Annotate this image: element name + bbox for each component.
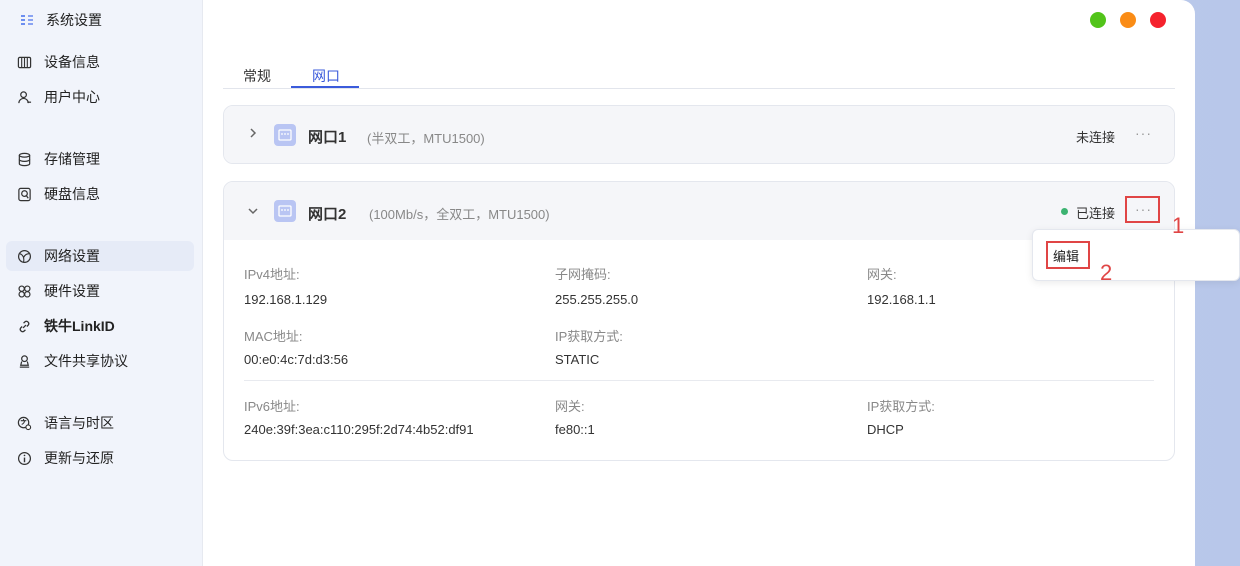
- sidebar-item-storage[interactable]: 存储管理: [6, 144, 194, 174]
- sidebar-item-language[interactable]: 语言与时区: [6, 408, 194, 438]
- tab-network-ports[interactable]: 网口: [312, 66, 340, 88]
- tab-general[interactable]: 常规: [243, 66, 271, 88]
- port-description: (100Mb/s，全双工，MTU1500): [369, 207, 550, 222]
- active-tab-indicator: [291, 86, 359, 88]
- sidebar-item-label: 用户中心: [44, 89, 100, 105]
- port-card-header[interactable]: 网口1 (半双工，MTU1500) 未连接 ···: [224, 106, 1174, 163]
- port-card-1: 网口1 (半双工，MTU1500) 未连接 ···: [223, 105, 1175, 164]
- annotation-box-2: [1046, 241, 1090, 269]
- globe-icon: [16, 248, 32, 264]
- port-name: 网口2: [308, 206, 347, 223]
- annotation-number-1: 1: [1172, 213, 1185, 238]
- sidebar-item-user-center[interactable]: 用户中心: [6, 82, 194, 112]
- mac-address-label: MAC地址:: [244, 329, 303, 344]
- ipv6-method-value: DHCP: [867, 422, 904, 437]
- hardware-icon: [16, 283, 32, 299]
- connection-status: 已连接: [1076, 206, 1116, 221]
- ethernet-port-icon: [274, 124, 296, 146]
- sidebar-item-network[interactable]: 网络设置: [6, 241, 194, 271]
- settings-grid-icon: [18, 11, 36, 29]
- sidebar-item-label: 网络设置: [44, 248, 100, 264]
- gateway-value: 192.168.1.1: [867, 292, 936, 307]
- sidebar-item-label: 语言与时区: [44, 415, 114, 431]
- mac-address-value: 00:e0:4c:7d:d3:56: [244, 352, 349, 367]
- port-card-2: 网口2 (100Mb/s，全双工，MTU1500) 已连接 ··· IPv4地址…: [223, 181, 1175, 461]
- link-icon: [16, 318, 32, 334]
- subnet-mask-value: 255.255.255.0: [555, 292, 639, 307]
- connected-dot-icon: [1061, 208, 1068, 215]
- sidebar-item-disk-info[interactable]: 硬盘信息: [6, 179, 194, 209]
- tab-bar: 常规 网口: [223, 60, 1175, 89]
- sidebar-item-label: 硬件设置: [44, 283, 100, 299]
- connection-status: 未连接: [1076, 130, 1116, 145]
- maximize-button[interactable]: [1090, 12, 1106, 28]
- gateway-label: 网关:: [867, 267, 897, 282]
- ipv6-method-label: IP获取方式:: [867, 399, 935, 414]
- storage-icon: [16, 151, 32, 167]
- sidebar-item-label: 硬盘信息: [44, 186, 100, 202]
- chevron-down-icon[interactable]: [246, 204, 260, 218]
- user-icon: [16, 89, 32, 105]
- settings-window: 系统设置 设备信息 用户中心 存储管理 硬盘信息 网络设置 硬件设置 铁牛Lin…: [0, 0, 1195, 566]
- sidebar-item-file-sharing[interactable]: 文件共享协议: [6, 346, 194, 376]
- ipv4-address-label: IPv4地址:: [244, 267, 300, 282]
- sidebar-item-label: 设备信息: [44, 54, 100, 70]
- port-card-header[interactable]: 网口2 (100Mb/s，全双工，MTU1500) 已连接 ···: [224, 182, 1174, 240]
- section-divider: [244, 380, 1154, 381]
- share-icon: [16, 353, 32, 369]
- sidebar-item-label: 铁牛LinkID: [44, 318, 115, 334]
- port-description: (半双工，MTU1500): [367, 131, 485, 146]
- chevron-right-icon[interactable]: [246, 126, 260, 140]
- language-icon: [16, 415, 32, 431]
- annotation-number-2: 2: [1100, 260, 1113, 285]
- sidebar-item-label: 文件共享协议: [44, 353, 128, 369]
- sidebar-item-device-info[interactable]: 设备信息: [6, 47, 194, 77]
- ip-method-value: STATIC: [555, 352, 600, 367]
- annotation-box-1: [1125, 196, 1160, 223]
- close-button[interactable]: [1150, 12, 1166, 28]
- ip-method-label: IP获取方式:: [555, 329, 623, 344]
- sidebar-item-linkid[interactable]: 铁牛LinkID: [6, 311, 194, 341]
- port-name: 网口1: [308, 129, 347, 146]
- minimize-button[interactable]: [1120, 12, 1136, 28]
- sidebar-item-update[interactable]: 更新与还原: [6, 443, 194, 473]
- sidebar-item-hardware[interactable]: 硬件设置: [6, 276, 194, 306]
- ipv6-gateway-label: 网关:: [555, 399, 585, 414]
- disk-icon: [16, 186, 32, 202]
- app-title-text: 系统设置: [46, 12, 102, 28]
- info-icon: [16, 450, 32, 466]
- app-title: 系统设置: [18, 10, 102, 30]
- ethernet-port-icon: [274, 200, 296, 222]
- ipv6-address-value: 240e:39f:3ea:c110:295f:2d74:4b52:df91: [244, 422, 474, 437]
- more-options-button[interactable]: ···: [1135, 125, 1152, 141]
- ipv6-address-label: IPv6地址:: [244, 399, 300, 414]
- sidebar-item-label: 更新与还原: [44, 450, 114, 466]
- ipv6-gateway-value: fe80::1: [555, 422, 595, 437]
- subnet-mask-label: 子网掩码:: [555, 267, 611, 282]
- sidebar-item-label: 存储管理: [44, 151, 100, 167]
- sidebar: 系统设置 设备信息 用户中心 存储管理 硬盘信息 网络设置 硬件设置 铁牛Lin…: [0, 0, 203, 566]
- device-info-icon: [16, 54, 32, 70]
- ipv4-address-value: 192.168.1.129: [244, 292, 328, 307]
